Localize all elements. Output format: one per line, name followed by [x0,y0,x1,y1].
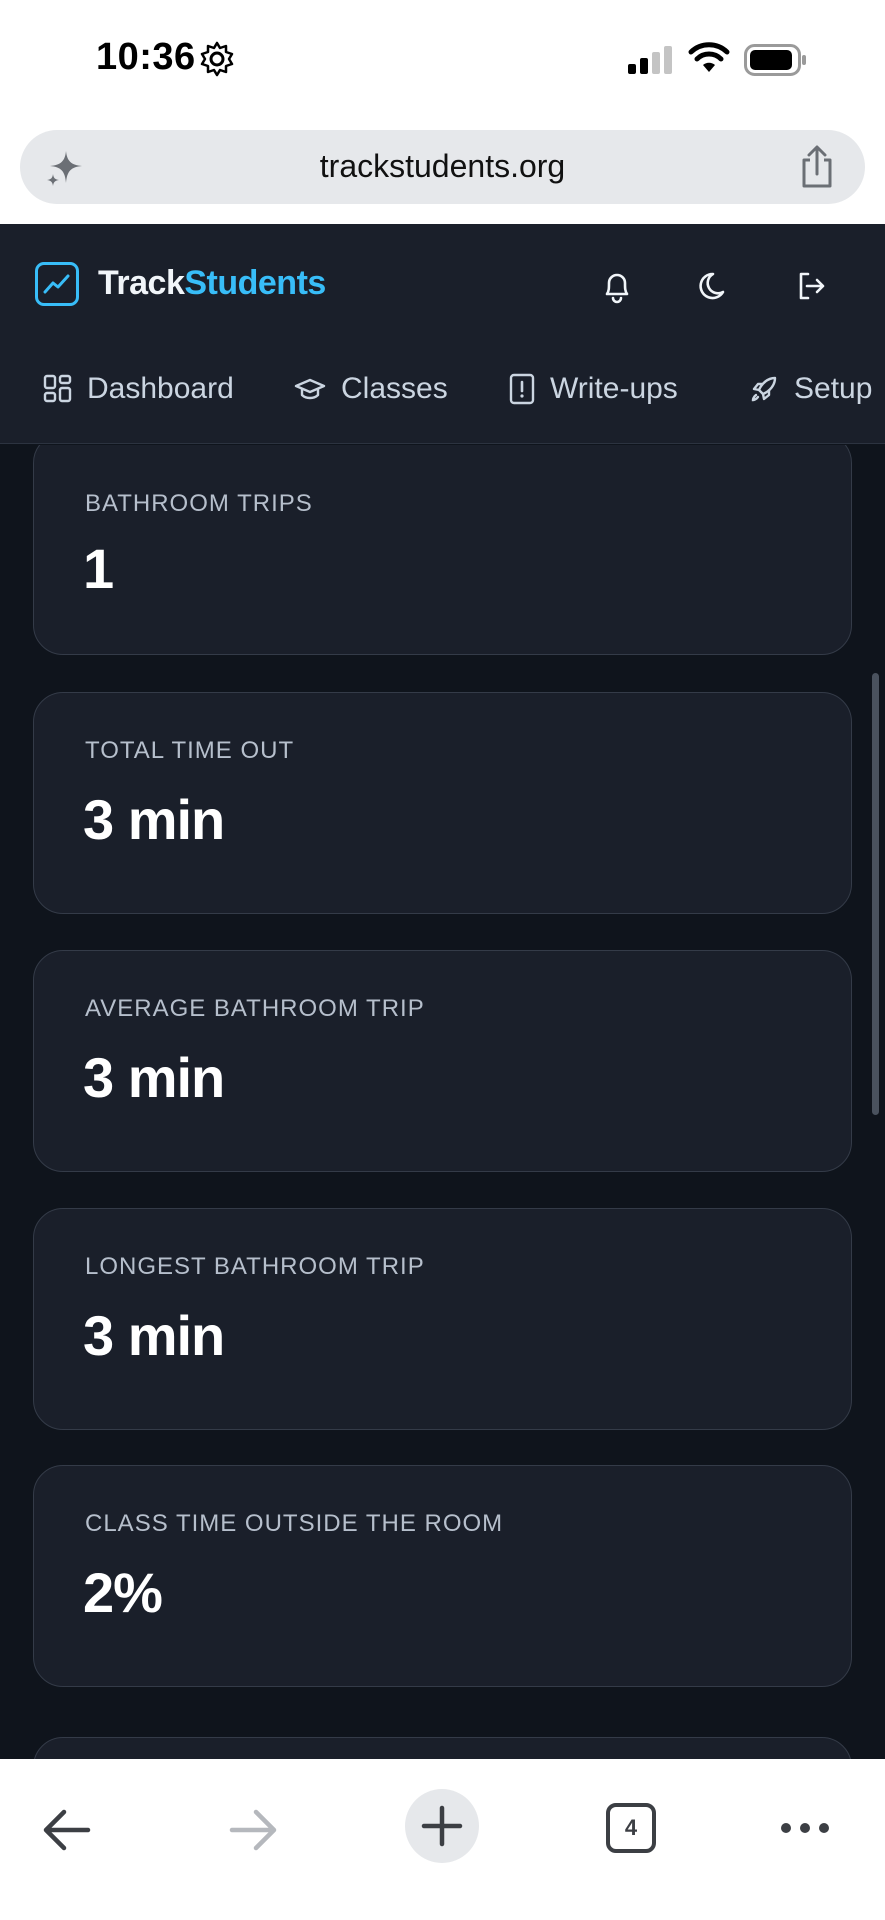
graduation-cap-icon [294,378,326,400]
gear-icon [200,41,234,77]
plus-icon [421,1805,463,1847]
stats-content[interactable]: BATHROOM TRIPS 1 TOTAL TIME OUT 3 min AV… [0,445,885,1759]
nav-write-ups[interactable]: Write-ups [508,372,678,406]
brand-logo[interactable]: TrackStudents [98,264,326,303]
alert-file-icon [509,373,535,405]
stat-label: TOTAL TIME OUT [85,737,295,764]
stat-label: CLASS TIME OUTSIDE THE ROOM [85,1510,504,1537]
stat-value: 3 min [83,1304,225,1367]
stat-value: 3 min [83,788,225,851]
rocket-icon [751,376,777,402]
app-header: TrackStudents Dashboard Classes Write-up… [0,224,885,444]
signal-icon [628,46,672,74]
logo-chart-icon[interactable] [35,262,79,306]
stat-value: 1 [83,537,114,600]
stat-label: LONGEST BATHROOM TRIP [85,1253,425,1280]
stat-card-total-time-out: TOTAL TIME OUT 3 min [33,692,852,914]
status-bar: 10:36 [0,0,885,120]
nav-dashboard-label: Dashboard [87,372,234,405]
share-icon[interactable] [797,144,837,190]
more-options-icon[interactable] [780,1819,830,1837]
stat-value: 3 min [83,1046,225,1109]
nav-setup[interactable]: Setup [748,372,872,406]
stat-label: AVERAGE BATHROOM TRIP [85,995,425,1022]
nav-classes-label: Classes [341,372,448,405]
bell-icon[interactable] [599,268,635,304]
new-tab-button[interactable] [405,1789,479,1863]
brand-text-students: Students [184,264,326,302]
moon-icon[interactable] [697,268,733,304]
browser-toolbar: 4 [0,1759,885,1920]
wifi-icon [688,42,730,72]
forward-arrow-icon[interactable] [228,1807,280,1853]
stat-label: BATHROOM TRIPS [85,490,313,517]
nav-classes[interactable]: Classes [293,372,448,406]
brand-text-track: Track [98,264,185,302]
tabs-button[interactable]: 4 [606,1803,656,1853]
nav-dashboard[interactable]: Dashboard [43,372,234,406]
address-bar[interactable]: trackstudents.org [20,130,865,204]
back-arrow-icon[interactable] [40,1807,92,1853]
stat-card-longest-bathroom-trip: LONGEST BATHROOM TRIP 3 min [33,1208,852,1430]
stat-card-partial [33,1737,852,1759]
scrollbar[interactable] [872,673,879,1115]
tab-count: 4 [624,1815,638,1840]
status-time: 10:36 [96,36,196,78]
stat-card-average-bathroom-trip: AVERAGE BATHROOM TRIP 3 min [33,950,852,1172]
logout-icon[interactable] [793,268,829,304]
url-text[interactable]: trackstudents.org [20,148,865,185]
dashboard-grid-icon [43,374,72,403]
battery-icon [744,44,806,76]
stat-value: 2% [83,1561,163,1624]
browser-address-area: trackstudents.org [0,120,885,224]
main-nav: Dashboard Classes Write-ups Setup [0,364,885,424]
nav-setup-label: Setup [794,372,873,405]
stat-card-bathroom-trips: BATHROOM TRIPS 1 [33,445,852,655]
nav-write-ups-label: Write-ups [550,372,678,405]
stat-card-class-time-outside: CLASS TIME OUTSIDE THE ROOM 2% [33,1465,852,1687]
